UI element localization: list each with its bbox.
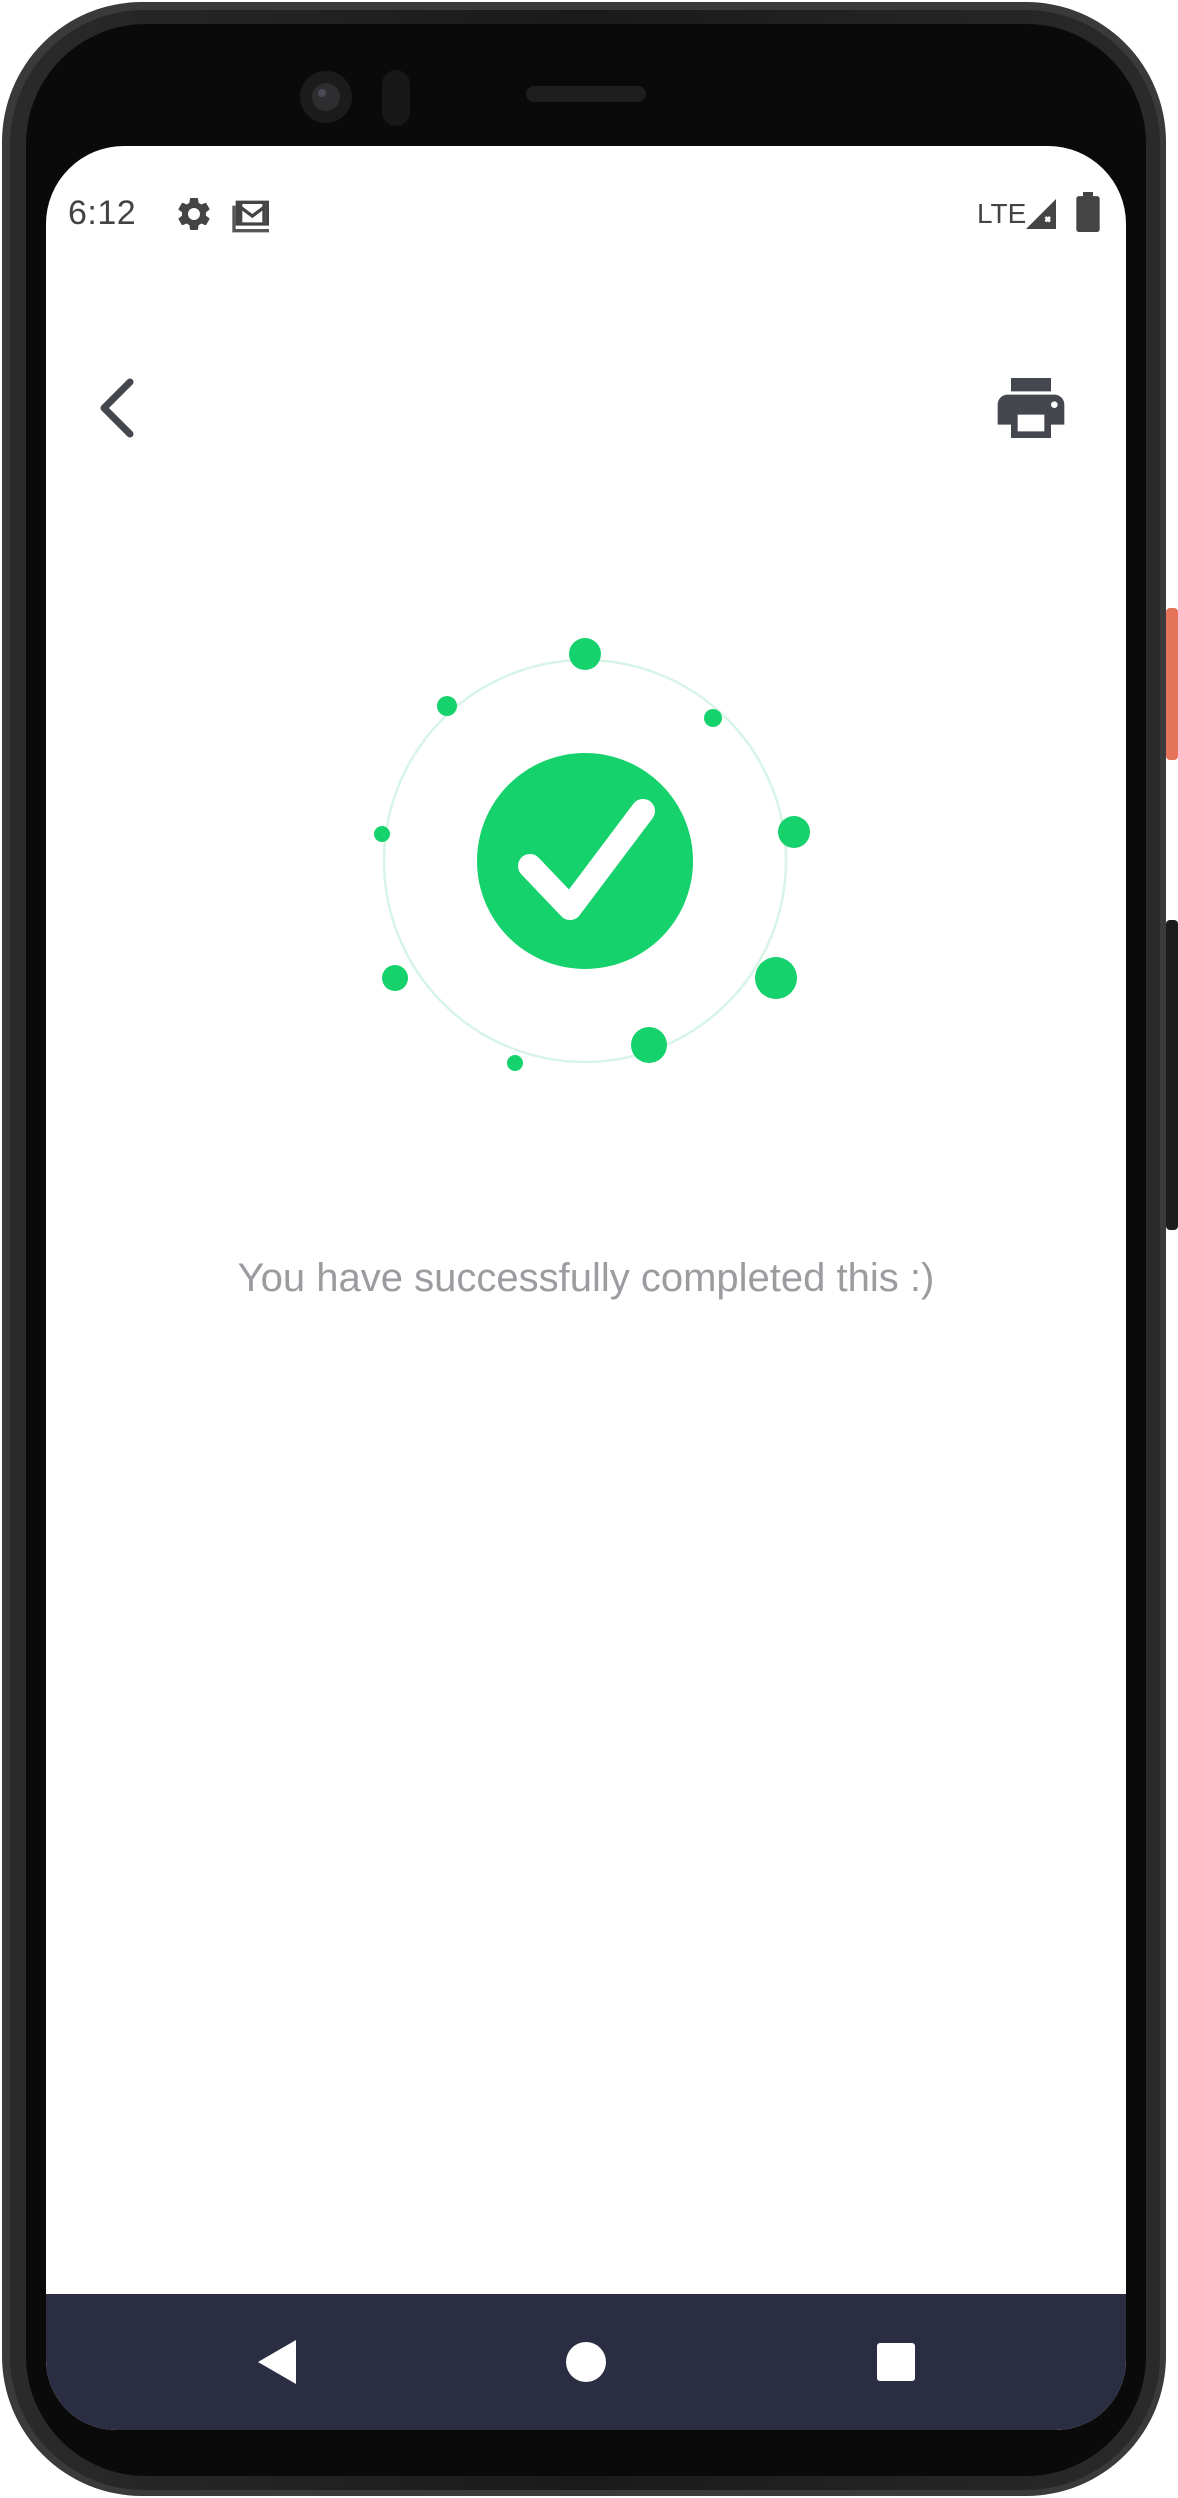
confetti-dot xyxy=(569,638,601,670)
confetti-dot xyxy=(382,965,408,991)
phone-device: 6:12 LTE You have successfully completed… xyxy=(0,0,1178,2498)
earpiece-speaker xyxy=(526,86,646,102)
sensor xyxy=(382,70,410,126)
confetti-dot xyxy=(755,957,797,999)
navigation-bar xyxy=(46,2294,1126,2430)
gmail-icon xyxy=(232,200,269,233)
success-graphic xyxy=(360,636,810,1086)
signal-icon xyxy=(1026,199,1056,229)
gear-icon xyxy=(178,198,210,230)
printer-icon xyxy=(997,378,1065,438)
confetti-dot xyxy=(704,709,722,727)
nav-back-button[interactable] xyxy=(238,2322,318,2402)
back-button[interactable] xyxy=(84,368,154,448)
nav-back-icon xyxy=(258,2340,296,2384)
nav-recents-icon xyxy=(877,2343,915,2381)
success-badge xyxy=(477,753,693,969)
nav-recents-button[interactable] xyxy=(856,2322,936,2402)
screen: 6:12 LTE You have successfully completed… xyxy=(46,146,1126,2430)
confetti-dot xyxy=(374,826,390,842)
confetti-dot xyxy=(437,696,457,716)
confetti-dot xyxy=(507,1055,523,1071)
power-button xyxy=(1166,608,1178,760)
nav-home-button[interactable] xyxy=(546,2322,626,2402)
nav-home-icon xyxy=(566,2342,606,2382)
status-time: 6:12 xyxy=(68,194,137,232)
network-label: LTE xyxy=(977,198,1027,229)
print-button[interactable] xyxy=(988,368,1074,448)
confetti-dot xyxy=(778,816,810,848)
chevron-left-icon xyxy=(100,378,134,438)
success-message: You have successfully completed this :) xyxy=(237,1256,935,1300)
status-bar: 6:12 LTE xyxy=(46,146,1126,238)
app-bar xyxy=(46,328,1126,458)
battery-icon xyxy=(1076,192,1100,232)
volume-button xyxy=(1166,920,1178,1230)
confetti-dot xyxy=(631,1027,667,1063)
